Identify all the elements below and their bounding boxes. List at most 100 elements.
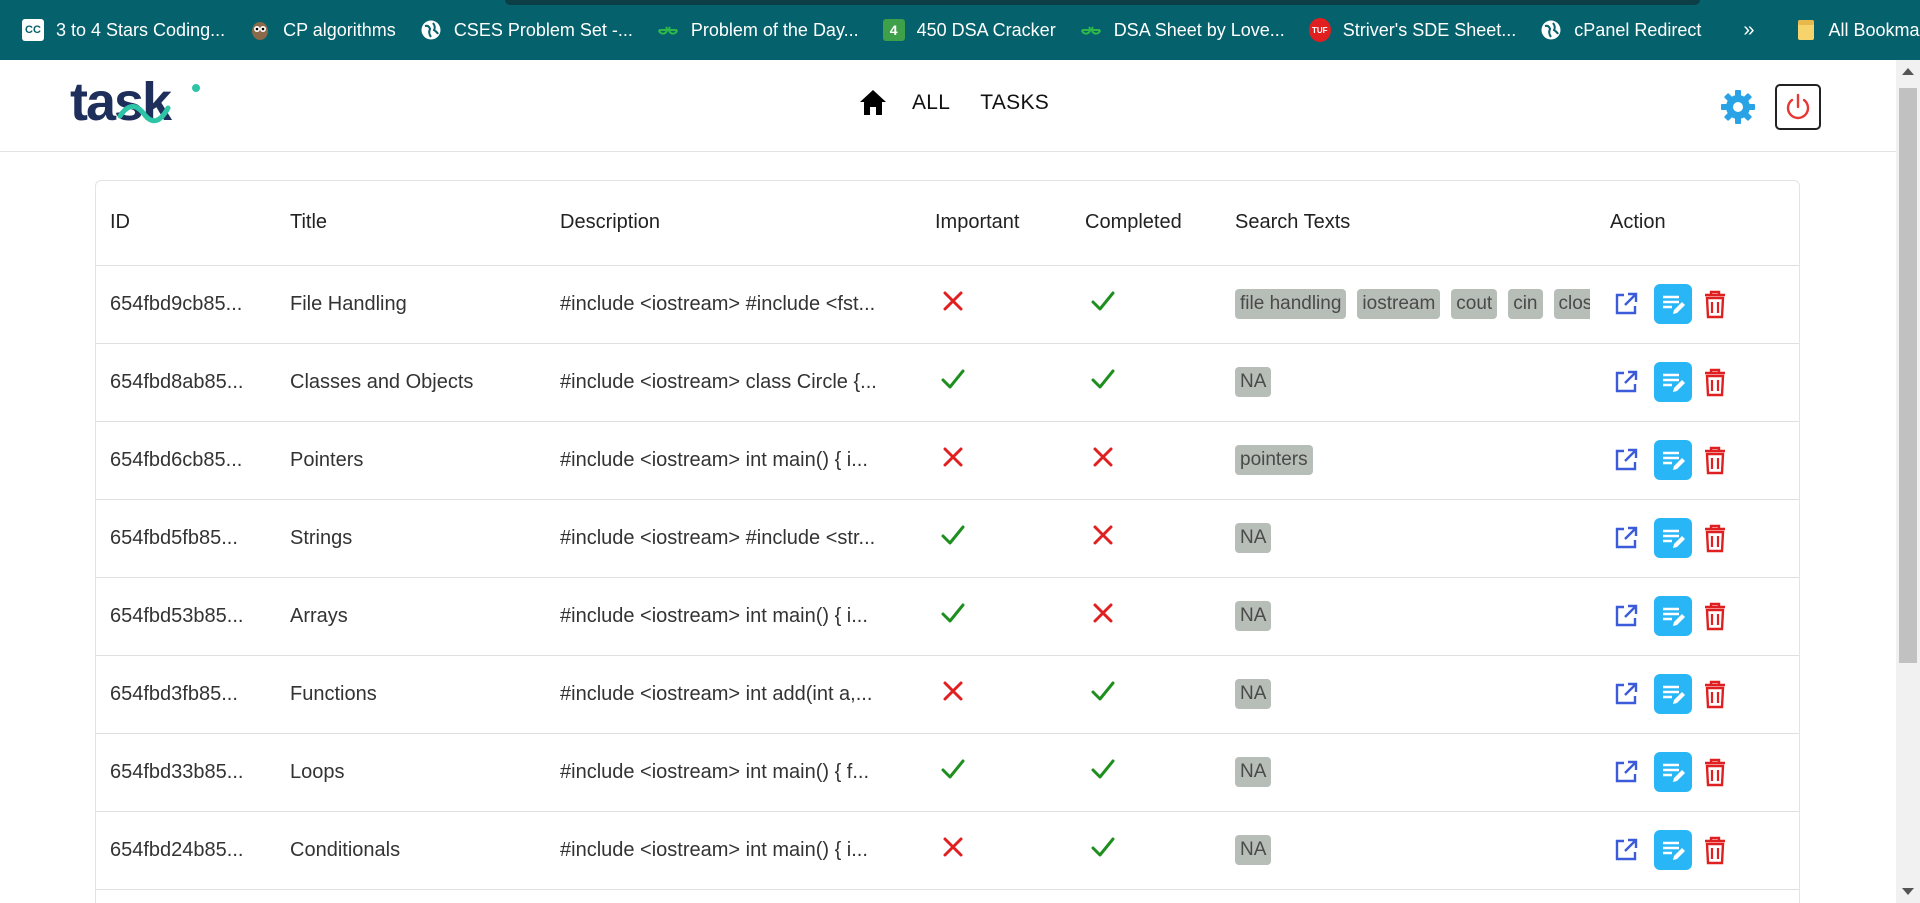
tasks-table: ID Title Description Important Completed… — [96, 181, 1799, 890]
cell-title: Functions — [276, 655, 546, 734]
delete-icon[interactable] — [1702, 679, 1728, 709]
open-external-icon[interactable] — [1612, 368, 1640, 396]
bookmark-item[interactable]: cPanel Redirect — [1540, 12, 1701, 48]
table-row: 654fbd8ab85... Classes and Objects #includ… — [96, 343, 1799, 422]
logout-button[interactable] — [1775, 84, 1821, 130]
delete-icon[interactable] — [1702, 367, 1728, 397]
bookmark-label: 3 to 4 Stars Coding... — [56, 19, 226, 40]
bookmark-item[interactable]: TUF Striver's SDE Sheet... — [1308, 12, 1516, 48]
cell-id: 654fbd33b85... — [96, 733, 276, 812]
cell-important — [921, 265, 1071, 344]
edit-button[interactable] — [1654, 284, 1692, 324]
tag-list: NA — [1235, 367, 1590, 397]
open-external-icon[interactable] — [1612, 446, 1640, 474]
cell-actions — [1596, 265, 1799, 344]
bookmark-item[interactable]: DSA Sheet by Love... — [1080, 12, 1285, 48]
cell-title: Conditionals — [276, 811, 546, 890]
edit-button[interactable] — [1654, 440, 1692, 480]
check-icon — [1091, 759, 1115, 779]
check-icon — [941, 603, 965, 623]
delete-icon[interactable] — [1702, 523, 1728, 553]
search-text-tag: cin — [1508, 289, 1543, 319]
delete-icon[interactable] — [1702, 289, 1728, 319]
check-icon — [1091, 291, 1115, 311]
open-external-icon[interactable] — [1612, 524, 1640, 552]
cell-important — [921, 733, 1071, 812]
tag-list: NA — [1235, 757, 1590, 787]
scroll-down-arrow[interactable] — [1902, 888, 1914, 895]
bookmarks-bar: CC 3 to 4 Stars Coding... CP algorithms CSE… — [0, 0, 1920, 60]
table-row: 654fbd24b85... Conditionals #include <iost… — [96, 811, 1799, 890]
gear-icon[interactable] — [1719, 88, 1757, 126]
header-completed: Completed — [1071, 181, 1221, 266]
tuf-icon: TUF — [1308, 18, 1331, 42]
tag-list: NA — [1235, 523, 1590, 553]
edit-button[interactable] — [1654, 830, 1692, 870]
owl-icon — [249, 19, 271, 41]
cell-search-texts: NA — [1221, 343, 1596, 422]
header-important: Important — [921, 181, 1071, 266]
table-row: 654fbd33b85... Loops #include <iostream> i… — [96, 733, 1799, 812]
bookmark-item[interactable]: CP algorithms — [249, 12, 396, 48]
open-external-icon[interactable] — [1612, 680, 1640, 708]
open-external-icon[interactable] — [1612, 602, 1640, 630]
open-external-icon[interactable] — [1612, 290, 1640, 318]
cell-id: 654fbd3fb85... — [96, 655, 276, 734]
delete-icon[interactable] — [1702, 835, 1728, 865]
four-icon-text: 4 — [882, 19, 905, 41]
edit-button[interactable] — [1654, 362, 1692, 402]
cell-search-texts: NA — [1221, 733, 1596, 812]
cell-title: Strings — [276, 499, 546, 578]
scrollbar-thumb[interactable] — [1899, 88, 1917, 663]
search-text-tag: iostream — [1357, 289, 1441, 319]
power-icon — [1786, 93, 1810, 120]
task-logo[interactable]: task — [70, 72, 202, 133]
nav-link-all[interactable]: ALL — [912, 91, 950, 115]
bookmark-item[interactable]: Problem of the Day... — [657, 12, 859, 48]
edit-button[interactable] — [1654, 596, 1692, 636]
open-external-icon[interactable] — [1612, 758, 1640, 786]
cross-icon — [1093, 525, 1113, 545]
cell-actions — [1596, 655, 1799, 734]
delete-icon[interactable] — [1702, 445, 1728, 475]
header-title: Title — [276, 181, 546, 266]
bookmark-item[interactable]: CC 3 to 4 Stars Coding... — [22, 12, 225, 48]
bookmark-label: 450 DSA Cracker — [916, 19, 1056, 40]
cell-search-texts: NA — [1221, 811, 1596, 890]
all-bookmarks-button[interactable]: All Bookmarks — [1795, 12, 1920, 48]
table-row: 654fbd3fb85... Functions #include <iostrea… — [96, 655, 1799, 734]
bookmark-item[interactable]: CSES Problem Set -... — [420, 12, 633, 48]
check-icon — [941, 525, 965, 545]
open-external-icon[interactable] — [1612, 836, 1640, 864]
edit-button[interactable] — [1654, 752, 1692, 792]
edit-note-icon — [1663, 373, 1685, 392]
cell-completed — [1071, 343, 1221, 422]
search-text-tag: NA — [1235, 601, 1272, 631]
edit-button[interactable] — [1654, 674, 1692, 714]
all-bookmarks-label: All Bookmarks — [1828, 19, 1920, 40]
home-icon[interactable] — [858, 88, 888, 118]
search-text-tag: clos — [1553, 289, 1590, 319]
check-icon — [1091, 369, 1115, 389]
edit-button[interactable] — [1654, 518, 1692, 558]
cell-actions — [1596, 499, 1799, 578]
cell-id: 654fbd9cb85... — [96, 265, 276, 344]
cell-actions — [1596, 811, 1799, 890]
bookmark-item[interactable]: 4 450 DSA Cracker — [882, 12, 1056, 48]
cell-search-texts: NA — [1221, 577, 1596, 656]
globe-icon — [420, 19, 442, 41]
delete-icon[interactable] — [1702, 757, 1728, 787]
nav-link-tasks[interactable]: TASKS — [980, 91, 1049, 115]
cell-important — [921, 421, 1071, 500]
more-bookmarks-button[interactable]: » — [1743, 19, 1754, 42]
scroll-up-arrow[interactable] — [1902, 68, 1914, 75]
cell-completed — [1071, 499, 1221, 578]
gfg-icon — [657, 19, 679, 41]
cell-important — [921, 811, 1071, 890]
delete-icon[interactable] — [1702, 601, 1728, 631]
cross-icon — [943, 447, 963, 467]
bookmark-label: Problem of the Day... — [690, 19, 859, 40]
cell-search-texts: NA — [1221, 655, 1596, 734]
tag-list: NA — [1235, 679, 1590, 709]
search-text-tag: pointers — [1235, 445, 1313, 475]
